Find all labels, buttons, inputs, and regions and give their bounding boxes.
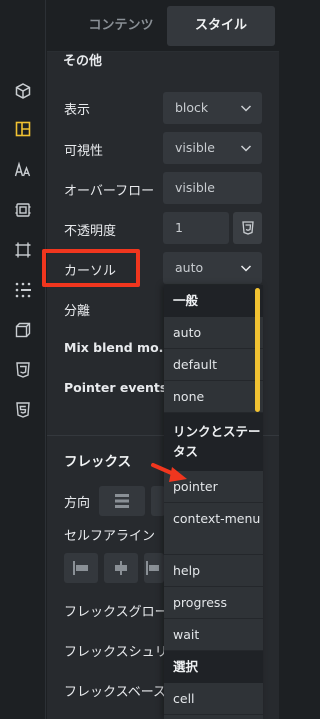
dropdown-item-cell[interactable]: cell (164, 683, 263, 715)
chevron-down-icon (240, 143, 252, 153)
chevron-down-icon (240, 263, 252, 273)
section-title-other: その他 (63, 54, 103, 69)
css3-icon (241, 221, 254, 235)
dropdown-scrollbar[interactable] (255, 288, 260, 412)
align-end-icon (146, 561, 159, 575)
panel-tabs: コンテンツ スタイル (47, 0, 279, 52)
flex-section-title: フレックス (64, 454, 132, 470)
annotation-highlight-box (42, 249, 140, 287)
tab-content[interactable]: コンテンツ (65, 6, 177, 46)
blend-mode-label: Mix blend mo... (64, 340, 173, 355)
visibility-select[interactable]: visible (163, 132, 262, 164)
direction-row-button[interactable] (151, 486, 165, 516)
html5-icon[interactable] (12, 399, 34, 421)
self-align-label: セルフアライン (64, 529, 156, 544)
pointer-events-label: Pointer events (64, 380, 168, 395)
flex-grow-label: フレックスグロー (64, 605, 168, 620)
align-end-button[interactable] (144, 553, 164, 583)
tab-style[interactable]: スタイル (167, 6, 275, 46)
dropdown-item-default[interactable]: default (164, 349, 263, 381)
align-start-button[interactable] (64, 553, 98, 583)
dropdown-item-help[interactable]: help (164, 555, 263, 587)
overflow-label: オーバーフロー (64, 184, 155, 199)
display-select[interactable]: block (163, 92, 262, 124)
cursor-dropdown-list: 一般 auto default none リンクとステータス pointer c… (164, 285, 263, 719)
direction-column-button[interactable] (99, 486, 145, 516)
display-value: block (175, 100, 209, 115)
box-model-icon[interactable] (12, 199, 34, 221)
overflow-value: visible (175, 180, 215, 195)
opacity-unit-button[interactable] (233, 212, 262, 244)
align-center-icon (115, 561, 127, 575)
visibility-value: visible (175, 140, 215, 155)
align-center-button[interactable] (104, 553, 138, 583)
dropdown-item-auto[interactable]: auto (164, 317, 263, 349)
flex-direction-label: 方向 (64, 496, 91, 511)
cursor-value: auto (175, 260, 204, 275)
visibility-label: 可視性 (64, 144, 104, 159)
flex-shrink-label: フレックスシュリ (64, 645, 168, 660)
frame-icon[interactable] (12, 239, 34, 261)
layout-icon[interactable] (12, 118, 34, 140)
cursor-select[interactable]: auto (163, 252, 262, 284)
cube-outline-icon[interactable] (12, 319, 34, 341)
dropdown-item-progress[interactable]: progress (164, 587, 263, 619)
isolation-label: 分離 (64, 304, 91, 319)
chevron-down-icon (240, 103, 252, 113)
opacity-value: 1 (175, 220, 183, 235)
dropdown-item-context-menu[interactable]: context-menu (164, 503, 263, 555)
opacity-label: 不透明度 (64, 224, 117, 239)
grid-dots-icon[interactable] (12, 279, 34, 301)
align-start-icon (73, 561, 88, 575)
display-label: 表示 (64, 103, 91, 118)
overflow-select[interactable]: visible (163, 172, 262, 204)
css3-icon[interactable] (12, 359, 34, 381)
dropdown-item-wait[interactable]: wait (164, 619, 263, 651)
left-icon-rail (0, 0, 46, 719)
flex-basis-label: フレックスベース (64, 685, 167, 700)
rows-icon (115, 494, 129, 508)
opacity-input[interactable]: 1 (163, 212, 229, 244)
cube-icon[interactable] (12, 80, 34, 102)
dropdown-item-none[interactable]: none (164, 381, 263, 413)
dropdown-group-select: 選択 (164, 651, 263, 683)
dropdown-group-general: 一般 (164, 285, 263, 317)
annotation-arrow-icon (151, 463, 187, 482)
typography-icon[interactable] (12, 159, 34, 181)
